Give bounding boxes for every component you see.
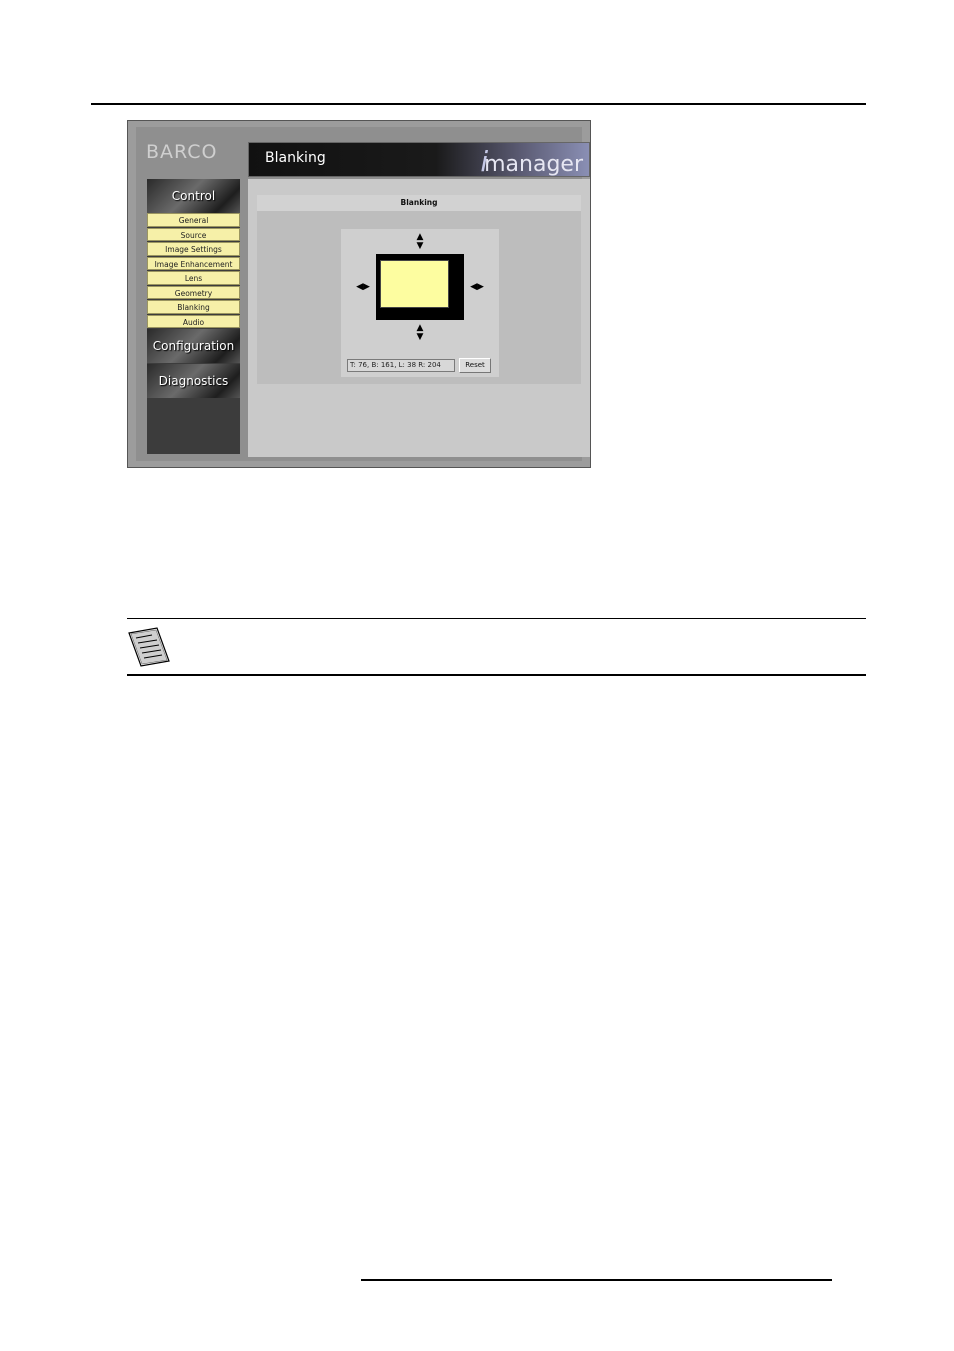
page-top-rule [91,103,866,105]
left-arrows-icon[interactable]: ◀▶ [353,283,373,292]
blanking-editor: ▲ ▼ ◀▶ ◀▶ ▲ ▼ T: 76, B: 161, L: 38 R: 204 … [341,229,499,377]
imanager-screenshot: BARCO Control General Source Image Setti… [127,120,591,468]
panel-title: Blanking [257,195,581,211]
nav-item-lens[interactable]: Lens [147,271,240,285]
nav-item-general[interactable]: General [147,213,240,227]
nav-diagnostics[interactable]: Diagnostics [147,364,240,398]
note-icon [128,627,170,667]
bottom-arrows-icon[interactable]: ▲ ▼ [414,324,426,342]
brand-name: manager [484,152,583,177]
right-arrows-icon[interactable]: ◀▶ [467,283,487,292]
app-window: BARCO Control General Source Image Setti… [136,127,590,461]
note-bottom-rule [127,674,866,676]
content-area: Blanking ▲ ▼ ◀▶ ◀▶ ▲ ▼ T: 76, B: 161, L: 3… [248,179,590,457]
blanking-values-field[interactable]: T: 76, B: 161, L: 38 R: 204 [347,359,455,372]
top-arrows-icon[interactable]: ▲ ▼ [414,233,426,251]
nav-item-image-settings[interactable]: Image Settings [147,242,240,256]
sidebar: Control General Source Image Settings Im… [147,179,240,454]
reset-button[interactable]: Reset [459,358,491,373]
control-submenu: General Source Image Settings Image Enha… [147,213,240,329]
nav-item-image-enhancement[interactable]: Image Enhancement [147,256,240,270]
nav-item-blanking[interactable]: Blanking [147,300,240,314]
nav-item-source[interactable]: Source [147,227,240,241]
blanking-panel: Blanking ▲ ▼ ◀▶ ◀▶ ▲ ▼ T: 76, B: 161, L: 3… [257,195,581,384]
blanking-area[interactable] [380,260,449,308]
page-title: Blanking [265,150,326,166]
nav-item-audio[interactable]: Audio [147,314,240,328]
nav-control[interactable]: Control [147,179,240,213]
screen-frame [376,254,464,320]
note-top-rule [127,618,866,619]
barco-logo: BARCO [146,141,218,163]
imanager-brand: imanager [480,145,583,178]
nav-item-geometry[interactable]: Geometry [147,285,240,299]
header-bar: Blanking imanager [248,142,590,178]
page-footer-rule [361,1279,832,1281]
nav-configuration[interactable]: Configuration [147,329,240,363]
